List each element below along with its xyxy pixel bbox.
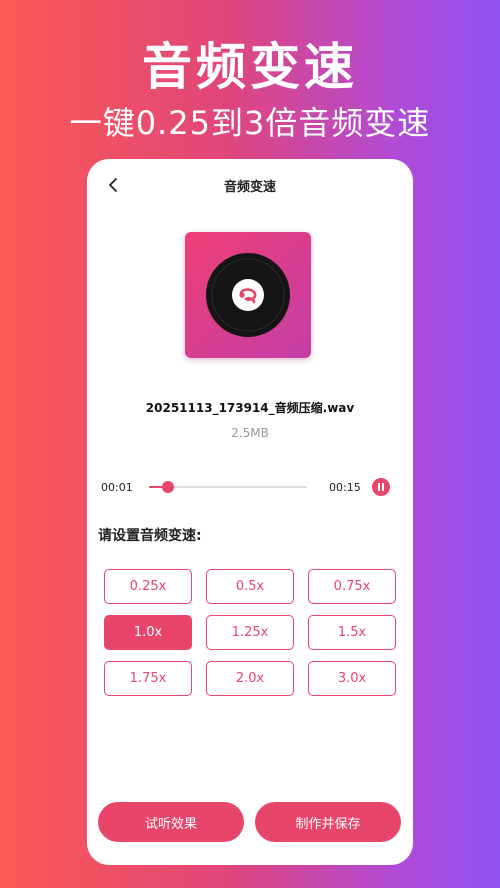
file-size: 2.5MB bbox=[231, 426, 269, 440]
preview-button[interactable]: 试听效果 bbox=[98, 802, 244, 842]
speed-option[interactable]: 1.75x bbox=[104, 661, 192, 696]
progress-slider[interactable] bbox=[149, 481, 307, 493]
speed-option[interactable]: 1.0x bbox=[104, 615, 192, 650]
speed-option[interactable]: 2.0x bbox=[206, 661, 294, 696]
hero-subtitle: 一键0.25到3倍音频变速 bbox=[69, 104, 431, 142]
hero-title: 音频变速 bbox=[142, 38, 358, 96]
screen-title: 音频变速 bbox=[223, 180, 276, 195]
speed-label: 请设置音频变速: bbox=[98, 528, 202, 544]
speed-options: 0.25x 0.5x 0.75x 1.0x 1.25x 1.5x 1.75x 2… bbox=[104, 569, 396, 696]
speed-option[interactable]: 1.25x bbox=[206, 615, 294, 650]
speed-option[interactable]: 1.5x bbox=[308, 615, 396, 650]
speed-option[interactable]: 0.25x bbox=[104, 569, 192, 604]
speed-option[interactable]: 0.5x bbox=[206, 569, 294, 604]
vinyl-record-icon bbox=[206, 253, 290, 337]
save-button[interactable]: 制作并保存 bbox=[255, 802, 401, 842]
file-name: 20251113_173914_音频压缩.wav bbox=[145, 401, 355, 415]
current-time: 00:01 bbox=[101, 481, 133, 494]
speed-option[interactable]: 0.75x bbox=[308, 569, 396, 604]
phone-screen: 音频变速 20251113_173914_音频压缩.wav 2.5MB 00:0… bbox=[87, 159, 413, 865]
total-time: 00:15 bbox=[329, 481, 361, 494]
slider-thumb[interactable] bbox=[161, 481, 174, 493]
speed-option[interactable]: 3.0x bbox=[308, 661, 396, 696]
pause-icon[interactable] bbox=[372, 478, 390, 496]
album-cover bbox=[185, 232, 311, 358]
